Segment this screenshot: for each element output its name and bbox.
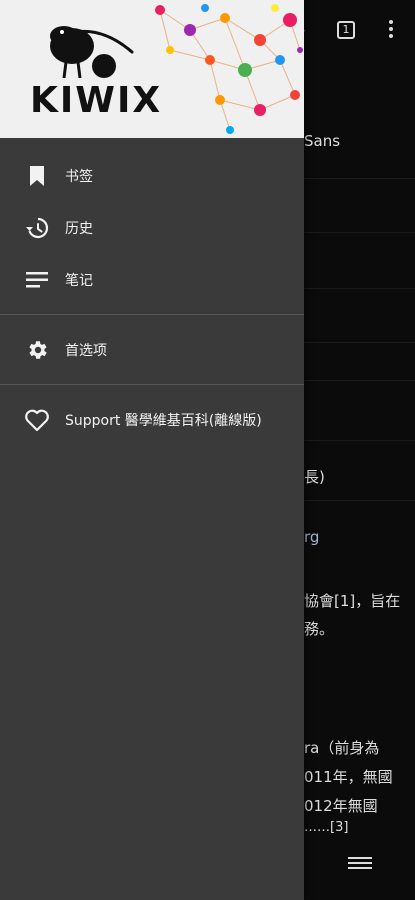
- article-text: ra（前身為: [304, 739, 380, 757]
- table-of-contents-icon[interactable]: [348, 857, 372, 873]
- menu-item-label: 书签: [65, 169, 93, 185]
- article-text: 務。: [304, 620, 335, 638]
- menu-item-notes[interactable]: 笔记: [0, 254, 304, 306]
- menu-item-settings[interactable]: 首选项: [0, 324, 304, 376]
- article-link[interactable]: rg: [304, 528, 415, 546]
- menu-divider: [0, 314, 304, 315]
- overflow-menu-icon[interactable]: [384, 20, 398, 42]
- menu-item-label: 笔记: [65, 273, 93, 289]
- gear-icon: [24, 337, 50, 363]
- menu-item-label: Support 醫學維基百科(離線版): [65, 413, 262, 429]
- article-text: 011年，無國: [304, 768, 393, 786]
- tab-switcher-button[interactable]: 1: [337, 21, 355, 39]
- article-text: ……[3]: [304, 820, 349, 835]
- notes-icon: [24, 267, 50, 293]
- menu-item-label: 历史: [65, 221, 93, 237]
- article-text: 協會[1]，旨在: [304, 592, 401, 610]
- kiwi-bird-icon: [50, 26, 134, 79]
- drawer-header: KIWIX: [0, 0, 304, 138]
- article-text: 長): [304, 468, 325, 486]
- menu-item-history[interactable]: 历史: [0, 202, 304, 254]
- heart-icon: [24, 407, 50, 433]
- bookmark-icon: [24, 163, 50, 189]
- menu-item-bookmarks[interactable]: 书签: [0, 150, 304, 202]
- navigation-drawer: KIWIX 书签 历史 笔记 首选项 Support 醫學維基百科(離線版): [0, 0, 304, 900]
- article-text: Sans: [304, 132, 341, 150]
- kiwix-wordmark: KIWIX: [30, 80, 163, 121]
- menu-item-label: 首选项: [65, 343, 107, 359]
- network-graphic: [155, 4, 303, 134]
- menu-divider: [0, 384, 304, 385]
- article-text: 012年無國: [304, 797, 378, 815]
- history-icon: [24, 215, 50, 241]
- menu-item-support[interactable]: Support 醫學維基百科(離線版): [0, 394, 304, 446]
